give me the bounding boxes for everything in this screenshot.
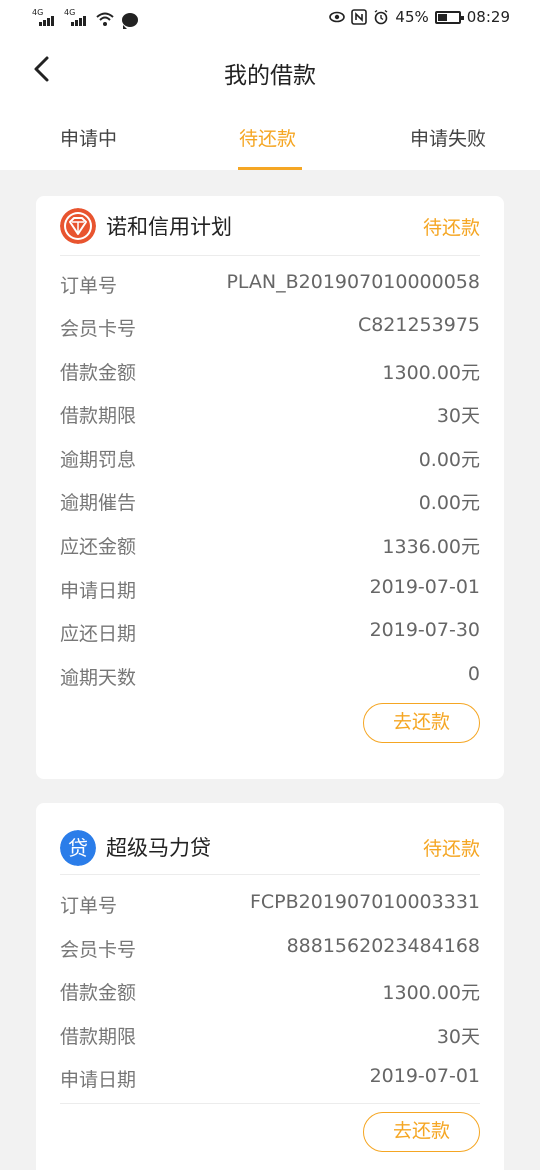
row-value: FCPB201907010003331 xyxy=(249,891,480,913)
detail-row: 借款期限 30天 xyxy=(60,1018,480,1050)
detail-row: 会员卡号 C821253975 xyxy=(60,310,480,342)
status-left: 4G 4G xyxy=(32,9,138,29)
battery-percent: 45% xyxy=(395,8,429,26)
row-label: 逾期罚息 xyxy=(60,449,137,471)
detail-row: 申请日期 2019-07-01 xyxy=(60,1061,480,1093)
row-value: 30天 xyxy=(436,405,480,427)
row-label: 应还日期 xyxy=(60,623,137,645)
diamond-badge-icon xyxy=(60,208,96,244)
alarm-icon xyxy=(375,9,388,25)
message-icon xyxy=(122,13,138,29)
row-value: 2019-07-30 xyxy=(369,619,480,641)
row-value: 1300.00元 xyxy=(382,982,480,1004)
row-value: 30天 xyxy=(436,1026,480,1048)
row-label: 订单号 xyxy=(60,895,118,917)
status-right: 45% 08:29 xyxy=(329,8,510,26)
repay-button[interactable]: 去还款 xyxy=(363,703,480,743)
row-value: 1336.00元 xyxy=(382,536,480,558)
battery-icon xyxy=(434,10,464,24)
row-value: 0.00元 xyxy=(418,449,480,471)
clock: 08:29 xyxy=(466,8,510,26)
eye-icon xyxy=(329,11,346,23)
row-label: 会员卡号 xyxy=(60,318,137,340)
row-value: 2019-07-01 xyxy=(369,1065,480,1087)
row-value: 1300.00元 xyxy=(382,362,480,384)
status-badge: 待还款 xyxy=(422,838,480,860)
cellular-signal-icon: 4G xyxy=(32,9,58,27)
nfc-icon xyxy=(351,9,368,25)
tab-bar: 申请中 待还款 申请失败 xyxy=(0,108,540,170)
cellular-signal-icon: 4G xyxy=(64,9,90,27)
row-value: 0.00元 xyxy=(418,492,480,514)
nav-bar: 我的借款 xyxy=(0,38,540,108)
detail-row: 会员卡号 8881562023484168 xyxy=(60,931,480,963)
detail-row: 逾期天数 0 xyxy=(60,659,480,691)
card-header: 诺和信用计划 待还款 xyxy=(60,196,480,256)
loan-card: 诺和信用计划 待还款 订单号 PLAN_B201907010000058 会员卡… xyxy=(36,196,504,779)
status-badge: 待还款 xyxy=(422,217,480,239)
row-label: 逾期催告 xyxy=(60,492,137,514)
detail-row: 应还日期 2019-07-30 xyxy=(60,615,480,647)
detail-row: 订单号 FCPB201907010003331 xyxy=(60,887,480,919)
row-label: 申请日期 xyxy=(60,580,137,602)
repay-button[interactable]: 去还款 xyxy=(363,1112,480,1152)
detail-row: 申请日期 2019-07-01 xyxy=(60,572,480,604)
row-label: 借款期限 xyxy=(60,1026,137,1048)
row-value: 0 xyxy=(467,663,480,685)
tab-pending-repayment[interactable]: 待还款 xyxy=(239,124,296,151)
page-title: 我的借款 xyxy=(224,63,316,89)
row-value: 8881562023484168 xyxy=(286,935,480,957)
row-value: 2019-07-01 xyxy=(369,576,480,598)
product-name: 诺和信用计划 xyxy=(106,215,232,239)
row-value: C821253975 xyxy=(357,314,480,336)
wifi-icon xyxy=(96,12,114,26)
product-name: 超级马力贷 xyxy=(106,836,211,860)
row-label: 订单号 xyxy=(60,275,118,297)
row-label: 会员卡号 xyxy=(60,939,137,961)
detail-row: 借款金额 1300.00元 xyxy=(60,354,480,386)
dai-badge-icon: 贷 xyxy=(60,830,96,866)
row-label: 申请日期 xyxy=(60,1069,137,1091)
detail-row: 逾期催告 0.00元 xyxy=(60,484,480,516)
status-bar: 4G 4G 45% 08:29 xyxy=(0,0,540,38)
row-label: 逾期天数 xyxy=(60,667,137,689)
row-label: 借款金额 xyxy=(60,362,137,384)
tab-application-failed[interactable]: 申请失败 xyxy=(410,124,486,151)
detail-row: 应还金额 1336.00元 xyxy=(60,528,480,560)
detail-row: 借款期限 30天 xyxy=(60,397,480,429)
row-label: 借款期限 xyxy=(60,405,137,427)
detail-row: 订单号 PLAN_B201907010000058 xyxy=(60,267,480,299)
row-label: 借款金额 xyxy=(60,982,137,1004)
detail-row: 借款金额 1300.00元 xyxy=(60,974,480,1006)
divider xyxy=(60,1103,480,1104)
card-header: 贷 超级马力贷 待还款 xyxy=(60,803,480,875)
loan-card: 贷 超级马力贷 待还款 订单号 FCPB201907010003331 会员卡号… xyxy=(36,803,504,1170)
tab-applying[interactable]: 申请中 xyxy=(60,124,117,151)
logo-text: 贷 xyxy=(68,836,88,860)
detail-row: 逾期罚息 0.00元 xyxy=(60,441,480,473)
row-value: PLAN_B201907010000058 xyxy=(226,271,480,293)
row-label: 应还金额 xyxy=(60,536,137,558)
active-tab-indicator xyxy=(238,167,302,170)
